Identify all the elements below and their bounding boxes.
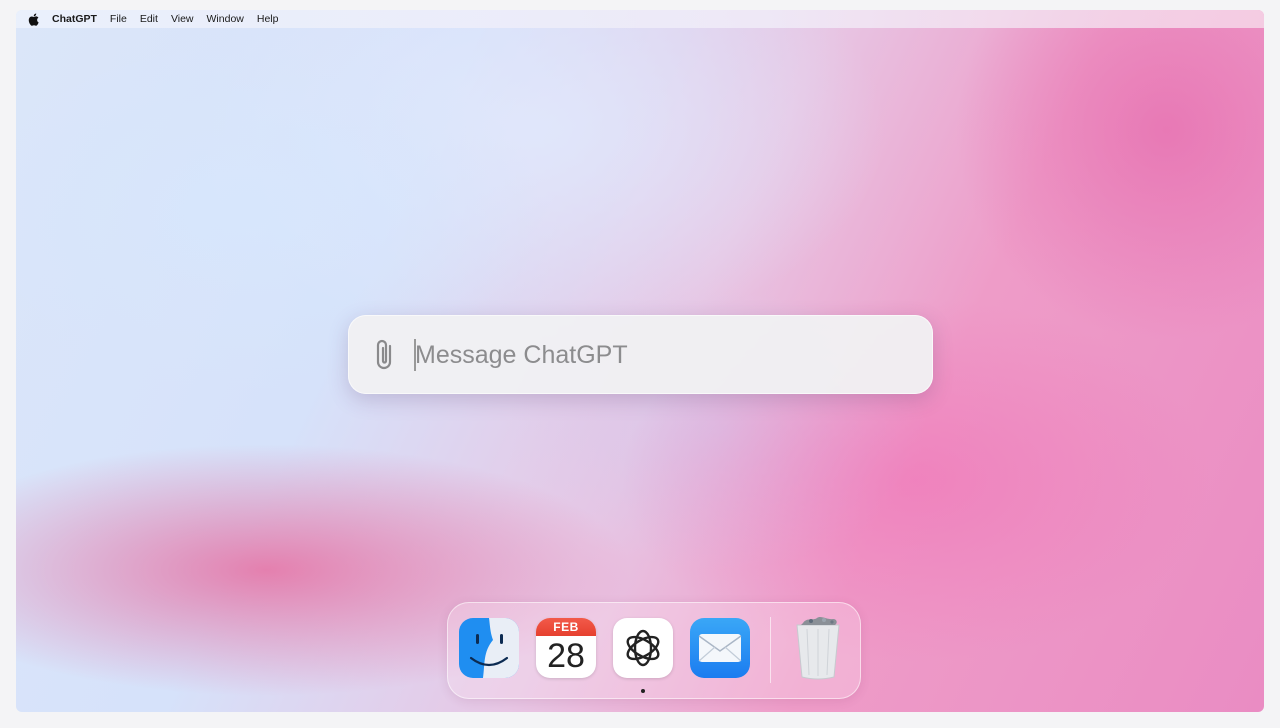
menu-bar: ChatGPT File Edit View Window Help: [16, 10, 1264, 28]
apple-icon[interactable]: [28, 13, 40, 26]
running-indicator: [641, 689, 645, 693]
trash-icon[interactable]: [788, 617, 848, 680]
mail-icon[interactable]: [690, 618, 750, 678]
finder-icon[interactable]: [459, 618, 519, 678]
calendar-month: FEB: [536, 618, 596, 636]
menu-file[interactable]: File: [110, 13, 127, 25]
menu-view[interactable]: View: [171, 13, 194, 25]
paperclip-icon[interactable]: [372, 337, 400, 373]
chatgpt-icon[interactable]: [613, 618, 673, 678]
dock: FEB 28: [447, 602, 861, 699]
menu-help[interactable]: Help: [257, 13, 279, 25]
menu-app-name[interactable]: ChatGPT: [52, 13, 97, 25]
calendar-icon[interactable]: FEB 28: [536, 618, 596, 678]
chatgpt-quick-prompt: [348, 315, 933, 394]
message-input[interactable]: [414, 333, 914, 377]
calendar-day: 28: [547, 637, 585, 675]
desktop: ChatGPT File Edit View Window Help FEB: [16, 10, 1264, 712]
dock-separator: [770, 617, 771, 683]
menu-edit[interactable]: Edit: [140, 13, 158, 25]
menu-window[interactable]: Window: [207, 13, 244, 25]
